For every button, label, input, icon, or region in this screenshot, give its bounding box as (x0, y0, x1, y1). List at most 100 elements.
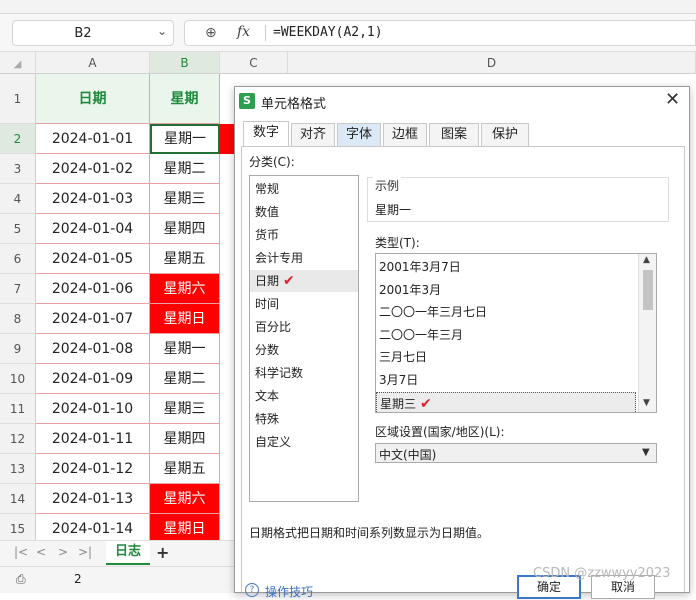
category-item[interactable]: 数值 (250, 201, 358, 223)
type-item[interactable]: 二〇〇一年三月 (376, 324, 636, 346)
tab-alignment[interactable]: 对齐 (291, 123, 335, 147)
tips-link[interactable]: 操作技巧 (265, 583, 313, 600)
date-cell[interactable]: 2024-01-08 (36, 334, 150, 364)
next-sheet-icon[interactable]: > (58, 545, 68, 559)
scrollbar-thumb[interactable] (643, 270, 653, 310)
weekday-cell[interactable]: 星期三 (150, 184, 220, 214)
close-icon[interactable]: ✕ (665, 89, 680, 110)
category-item[interactable]: 科学记数 (250, 362, 358, 384)
type-item[interactable]: 2001年3月 (376, 279, 636, 301)
category-item[interactable]: 自定义 (250, 431, 358, 453)
type-item-label: 2001年3月7日 (379, 260, 461, 274)
date-cell[interactable]: 2024-01-06 (36, 274, 150, 304)
category-item[interactable]: 文本 (250, 385, 358, 407)
category-item[interactable]: 货币 (250, 224, 358, 246)
row-header[interactable]: 7 (0, 274, 36, 304)
zoom-icon[interactable]: ⊕ (205, 25, 217, 41)
type-list-scrollbar[interactable]: ▲ ▼ (638, 254, 656, 412)
category-item[interactable]: 常规 (250, 178, 358, 200)
date-cell[interactable]: 2024-01-13 (36, 484, 150, 514)
row-header[interactable]: 4 (0, 184, 36, 214)
column-header-c[interactable]: C (220, 52, 288, 74)
row-header[interactable]: 1 (0, 74, 36, 124)
category-item[interactable]: 百分比 (250, 316, 358, 338)
type-list[interactable]: 2001年3月7日 2001年3月 二〇〇一年三月七日 二〇〇一年三月 三月七日 3月7日… (375, 253, 657, 413)
fx-icon[interactable]: fx (237, 24, 250, 40)
tab-border[interactable]: 边框 (383, 123, 427, 147)
type-item[interactable]: 2001年3月7日 (376, 256, 636, 278)
weekday-cell[interactable]: 星期五 (150, 454, 220, 484)
type-item[interactable]: 3月7日 (376, 369, 636, 391)
column-header-d[interactable]: D (288, 52, 696, 74)
dialog-title-bar[interactable]: S 单元格格式 ✕ (235, 87, 689, 115)
tab-pattern[interactable]: 图案 (429, 123, 479, 147)
date-cell[interactable]: 2024-01-10 (36, 394, 150, 424)
category-item[interactable]: 会计专用 (250, 247, 358, 269)
type-item[interactable]: 三月七日 (376, 346, 636, 368)
last-sheet-icon[interactable]: >| (78, 545, 92, 559)
formula-text[interactable]: =WEEKDAY(A2,1) (273, 25, 383, 40)
row-header[interactable]: 5 (0, 214, 36, 244)
row-header[interactable]: 13 (0, 454, 36, 484)
category-item[interactable]: 分数 (250, 339, 358, 361)
date-cell[interactable]: 2024-01-11 (36, 424, 150, 454)
name-box[interactable]: B2 ⌄ (12, 20, 174, 46)
weekday-cell[interactable]: 星期二 (150, 364, 220, 394)
column-header-a[interactable]: A (36, 52, 150, 74)
tips-icon[interactable]: ? (245, 583, 259, 597)
scroll-up-icon[interactable]: ▲ (643, 255, 650, 265)
category-list[interactable]: 常规 数值 货币 会计专用 日期 ✔ 时间 百分比 分数 科学记数 文本 特殊 自定义 (249, 175, 359, 502)
row-header[interactable]: 10 (0, 364, 36, 394)
row-header[interactable]: 2 (0, 124, 36, 154)
active-cell[interactable]: 星期一 (150, 124, 220, 154)
tab-number[interactable]: 数字 (243, 121, 289, 147)
region-select[interactable]: 中文(中国) ▼ (375, 443, 657, 463)
macro-icon[interactable]: ⎙ (16, 572, 26, 587)
date-cell[interactable]: 2024-01-02 (36, 154, 150, 184)
tab-font[interactable]: 字体 (337, 123, 381, 147)
category-item[interactable]: 日期 ✔ (250, 270, 358, 292)
date-cell[interactable]: 2024-01-12 (36, 454, 150, 484)
weekday-cell[interactable]: 星期日 (150, 304, 220, 334)
row-header[interactable]: 11 (0, 394, 36, 424)
chevron-down-icon[interactable]: ⌄ (157, 24, 167, 38)
prev-sheet-icon[interactable]: < (36, 545, 46, 559)
sheet-tab-log[interactable]: 日志 (106, 541, 150, 565)
weekday-cell[interactable]: 星期四 (150, 424, 220, 454)
sample-value: 星期一 (375, 203, 412, 217)
formula-input[interactable]: ⊕ fx =WEEKDAY(A2,1) (184, 20, 696, 46)
weekday-cell[interactable]: 星期六 (150, 484, 220, 514)
category-item[interactable]: 特殊 (250, 408, 358, 430)
weekday-cell[interactable]: 星期六 (150, 274, 220, 304)
date-cell[interactable]: 2024-01-01 (36, 124, 150, 154)
first-sheet-icon[interactable]: |< (14, 545, 28, 559)
dialog-title: 单元格格式 (261, 97, 327, 112)
date-cell[interactable]: 2024-01-07 (36, 304, 150, 334)
weekday-cell[interactable]: 星期一 (150, 334, 220, 364)
tab-protection[interactable]: 保护 (481, 123, 529, 147)
row-header[interactable]: 8 (0, 304, 36, 334)
dropdown-arrow-icon[interactable]: ▼ (642, 447, 650, 458)
row-header[interactable]: 12 (0, 424, 36, 454)
row-header[interactable]: 6 (0, 244, 36, 274)
add-sheet-button[interactable]: + (156, 543, 169, 562)
scroll-down-icon[interactable]: ▼ (643, 398, 650, 408)
row-header[interactable]: 9 (0, 334, 36, 364)
row-header[interactable]: 14 (0, 484, 36, 514)
date-cell[interactable]: 2024-01-03 (36, 184, 150, 214)
weekday-cell[interactable]: 星期四 (150, 214, 220, 244)
type-item[interactable]: 星期三 ✔ (376, 391, 636, 412)
weekday-cell[interactable]: 星期二 (150, 154, 220, 184)
category-item[interactable]: 时间 (250, 293, 358, 315)
date-cell[interactable]: 2024-01-09 (36, 364, 150, 394)
date-cell[interactable]: 2024-01-05 (36, 244, 150, 274)
column-header-b[interactable]: B (150, 52, 220, 74)
weekday-cell[interactable]: 星期三 (150, 394, 220, 424)
weekday-cell[interactable]: 星期五 (150, 244, 220, 274)
header-cell-date[interactable]: 日期 (36, 74, 150, 124)
row-header[interactable]: 3 (0, 154, 36, 184)
date-cell[interactable]: 2024-01-04 (36, 214, 150, 244)
select-all-corner[interactable]: ◢ (0, 52, 36, 74)
type-item[interactable]: 二〇〇一年三月七日 (376, 301, 636, 323)
header-cell-weekday[interactable]: 星期 (150, 74, 220, 124)
